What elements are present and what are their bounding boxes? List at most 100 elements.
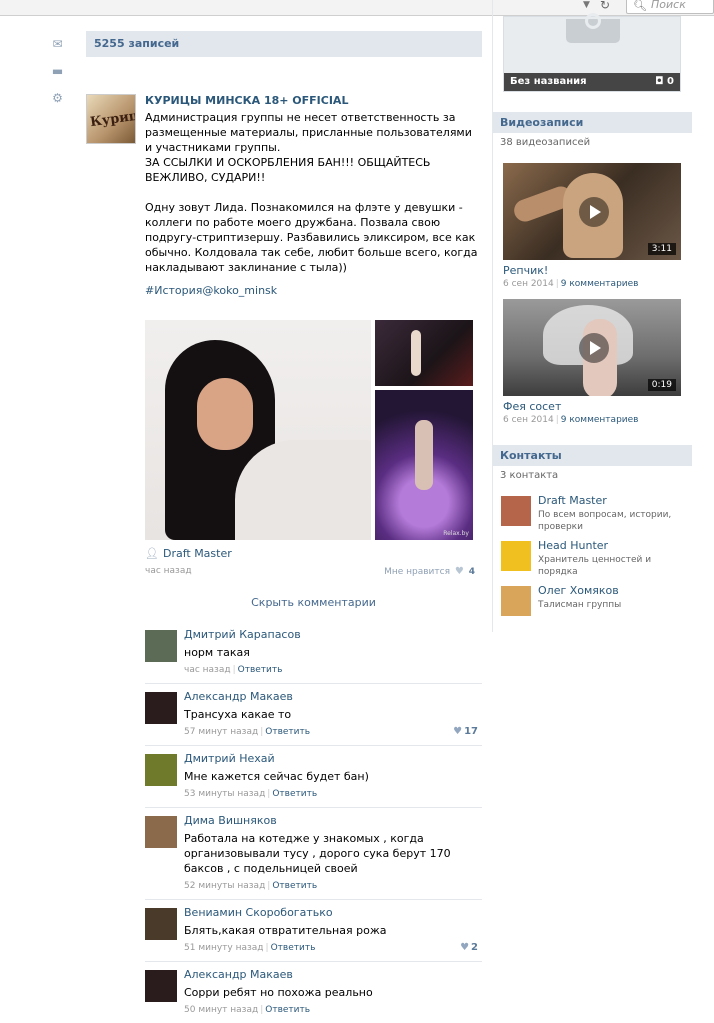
gear-icon[interactable]: ⚙ [51, 92, 64, 104]
contact-name[interactable]: Draft Master [538, 494, 607, 507]
reply-link[interactable]: Ответить [238, 665, 283, 675]
video-date: 6 сен 2014 [503, 279, 554, 289]
reply-link[interactable]: Ответить [272, 881, 317, 891]
comment-time[interactable]: час назад [184, 665, 231, 675]
comment-like-button[interactable]: ♥ 17 [453, 726, 478, 737]
video-item: 0:19 Фея сосет 6 сен 2014 | 9 комментариев [503, 299, 681, 425]
column-divider [492, 0, 493, 632]
contact-avatar[interactable] [501, 541, 531, 571]
comment-author[interactable]: Александр Макаев [184, 689, 482, 705]
video-thumbnail[interactable]: 0:19 [503, 299, 681, 396]
comment: Дмитрий Карапасов норм такая час назад | О… [145, 622, 482, 683]
comment-author[interactable]: Дмитрий Нехай [184, 751, 482, 767]
heart-icon: ♥ [454, 566, 464, 577]
post-photo-3[interactable]: Relax.by [375, 390, 473, 540]
search-icon: 🔍︎ [633, 0, 647, 12]
heart-icon: ♥ [460, 942, 470, 953]
post-like-button[interactable]: Мне нравится ♥ 4 [384, 566, 475, 577]
reply-link[interactable]: Ответить [272, 789, 317, 799]
comment-like-count: 17 [464, 726, 478, 737]
video-item: 3:11 Репчик! 6 сен 2014 | 9 комментариев [503, 163, 681, 289]
like-count: 4 [468, 567, 475, 577]
album-count: 0 [667, 76, 674, 87]
video-duration: 3:11 [647, 243, 676, 255]
video-title[interactable]: Репчик! [503, 264, 681, 277]
post-text: Администрация группы не несет ответствен… [145, 111, 478, 274]
search-field[interactable]: 🔍︎ Поиск [626, 0, 714, 14]
comment: Дмитрий Нехай Мне кажется сейчас будет б… [145, 745, 482, 807]
comment: Дима Вишняков Работала на котедже у знак… [145, 807, 482, 899]
user-icon: 👤︎ [145, 547, 159, 560]
comment-text: Мне кажется сейчас будет бан) [184, 770, 369, 783]
contact-name[interactable]: Head Hunter [538, 539, 608, 552]
wall: 5255 записей Курицы КУРИЦЫ МИНСКА 18+ OF… [86, 31, 482, 1015]
contact-name[interactable]: Олег Хомяков [538, 584, 619, 597]
video-comments-link[interactable]: 9 комментариев [561, 279, 639, 289]
play-icon[interactable] [579, 197, 609, 227]
comments-list: Дмитрий Карапасов норм такая час назад | О… [145, 622, 482, 1023]
album-title: Без названия [510, 76, 587, 87]
post-time[interactable]: час назад [145, 566, 192, 576]
comment-text: Сорри ребят но похожа реально [184, 986, 373, 999]
comment-text: Трансуха какае то [184, 708, 292, 721]
post-photo-main[interactable] [145, 320, 371, 540]
videos-header[interactable]: Видеозаписи [493, 112, 692, 133]
video-comments-link[interactable]: 9 комментариев [561, 415, 639, 425]
comment-author[interactable]: Дима Вишняков [184, 813, 482, 829]
comment-time[interactable]: 50 минут назад [184, 1005, 258, 1015]
video-thumbnail[interactable]: 3:11 [503, 163, 681, 260]
comment: Вениамин Скоробогатько Блять,какая отвра… [145, 899, 482, 961]
comment-avatar[interactable] [145, 692, 177, 724]
contact-avatar[interactable] [501, 496, 531, 526]
comment-like-button[interactable]: ♥ 2 [460, 942, 478, 953]
comment: Александр Макаев Трансуха какае то 57 ми… [145, 683, 482, 745]
contacts-count: 3 контакта [500, 470, 559, 481]
reload-icon[interactable]: ↻ [600, 0, 610, 12]
reply-link[interactable]: Ответить [265, 1005, 310, 1015]
post-signer[interactable]: 👤︎ Draft Master [145, 547, 232, 560]
reply-link[interactable]: Ответить [271, 943, 316, 953]
hide-comments-link[interactable]: Скрыть комментарии [145, 596, 482, 609]
contacts-header[interactable]: Контакты [493, 445, 692, 466]
photo-watermark: Relax.by [443, 530, 469, 537]
comment-text: норм такая [184, 646, 250, 659]
comment-text: Блять,какая отвратительная рожа [184, 924, 387, 937]
comment-author[interactable]: Александр Макаев [184, 967, 482, 983]
post-meta: час назад Мне нравится ♥ 4 [145, 566, 475, 577]
comment: Александр Макаев Сорри ребят но похожа р… [145, 961, 482, 1023]
comment-avatar[interactable] [145, 970, 177, 1002]
video-date: 6 сен 2014 [503, 415, 554, 425]
like-label: Мне нравится [384, 567, 451, 577]
dropdown-arrow-icon[interactable]: ▼ [583, 0, 597, 12]
group-avatar-text: Курицы [89, 106, 136, 131]
photo-album[interactable]: Без названия ◘ 0 [503, 13, 681, 92]
wall-count: 5255 записей [86, 31, 482, 57]
contact-avatar[interactable] [501, 586, 531, 616]
contact-desc: Талисман группы [538, 600, 622, 610]
group-avatar[interactable]: Курицы [86, 94, 136, 144]
comment-time[interactable]: 52 минуты назад [184, 881, 265, 891]
mail-icon[interactable]: ✉ [51, 38, 64, 50]
contact-desc: Хранитель ценностей и порядка [538, 555, 652, 577]
comment-author[interactable]: Вениамин Скоробогатько [184, 905, 482, 921]
comment-author[interactable]: Дмитрий Карапасов [184, 627, 482, 643]
comment-avatar[interactable] [145, 754, 177, 786]
comment-time[interactable]: 57 минут назад [184, 727, 258, 737]
post-photo-2[interactable] [375, 320, 473, 386]
video-title[interactable]: Фея сосет [503, 400, 681, 413]
comment-time[interactable]: 53 минуты назад [184, 789, 265, 799]
camera-icon [566, 13, 620, 43]
video-duration: 0:19 [647, 379, 676, 391]
comment-time[interactable]: 51 минуту назад [184, 943, 264, 953]
post-author[interactable]: КУРИЦЫ МИНСКА 18+ OFFICIAL [145, 94, 482, 107]
play-icon[interactable] [579, 333, 609, 363]
comment-avatar[interactable] [145, 630, 177, 662]
reply-link[interactable]: Ответить [265, 727, 310, 737]
heart-icon: ♥ [453, 726, 463, 737]
post-hashtag[interactable]: #История@koko_minsk [145, 284, 482, 297]
chat-icon[interactable]: ▬ [51, 65, 64, 77]
comment-avatar[interactable] [145, 908, 177, 940]
comment-text: Работала на котедже у знакомых , когда о… [184, 832, 451, 875]
videos-count[interactable]: 38 видеозаписей [500, 137, 590, 148]
comment-avatar[interactable] [145, 816, 177, 848]
